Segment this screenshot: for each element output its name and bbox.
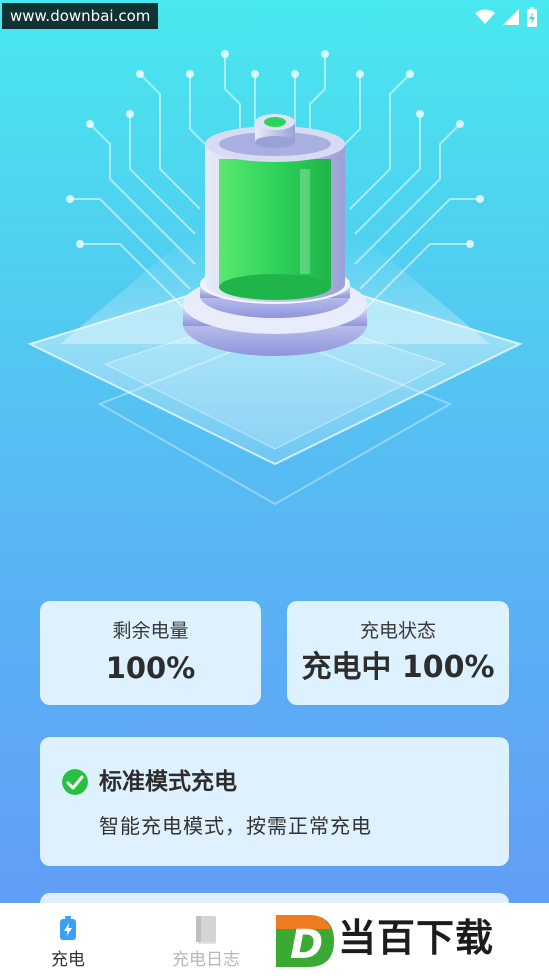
tab-charge-label: 充电 xyxy=(51,950,85,970)
wifi-icon xyxy=(475,9,495,24)
battery-illustration xyxy=(27,50,523,506)
charging-status-card: 充电状态 充电中 100% xyxy=(287,601,509,705)
brand-logo-letter: D xyxy=(290,922,323,968)
tab-charge-log-label: 充电日志 xyxy=(172,950,240,970)
remaining-battery-label: 剩余电量 xyxy=(112,620,189,642)
mode-title: 标准模式充电 xyxy=(99,769,237,795)
remaining-battery-card: 剩余电量 100% xyxy=(40,601,261,705)
battery-bolt-icon xyxy=(60,916,76,940)
remaining-battery-value: 100% xyxy=(105,651,196,685)
status-icons xyxy=(475,6,537,28)
tab-charge-log[interactable]: 充电日志 xyxy=(146,903,266,976)
tab-charge[interactable]: 充电 xyxy=(8,903,128,976)
charging-status-label: 充电状态 xyxy=(359,620,436,642)
signal-icon xyxy=(503,9,519,25)
charging-mode-card[interactable] xyxy=(40,737,509,866)
battery-charging-icon xyxy=(527,7,537,27)
mode-description: 智能充电模式，按需正常充电 xyxy=(99,814,372,838)
book-icon xyxy=(196,916,216,944)
brand-text: 当百下载 xyxy=(338,916,495,960)
charging-status-value: 充电中 100% xyxy=(301,650,495,685)
status-bar: www.downbai.com xyxy=(0,0,549,34)
watermark-text: www.downbai.com xyxy=(2,3,159,29)
check-icon xyxy=(62,769,88,795)
